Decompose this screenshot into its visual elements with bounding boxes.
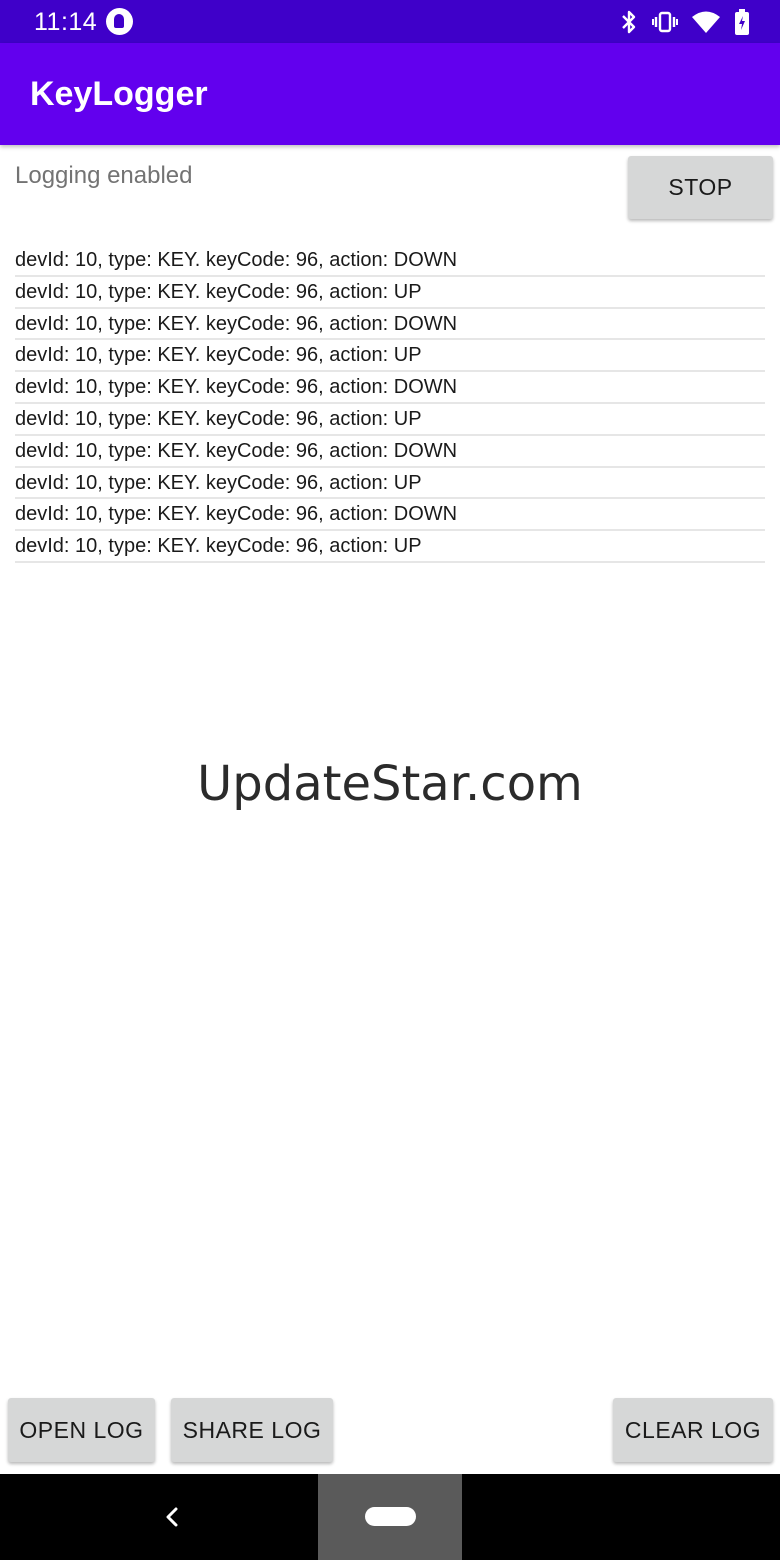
log-entry: devId: 10, type: KEY. keyCode: 96, actio… <box>15 309 765 341</box>
watermark: UpdateStar.com <box>197 756 583 812</box>
screen: 11:14 KeyLogger Logging enabled STOP dev… <box>0 0 780 1560</box>
log-entry: devId: 10, type: KEY. keyCode: 96, actio… <box>15 499 765 532</box>
app-bar: KeyLogger <box>0 43 780 145</box>
open-log-button[interactable]: OPEN LOG <box>8 1398 155 1462</box>
log-entry: devId: 10, type: KEY. keyCode: 96, actio… <box>15 404 765 436</box>
status-icons <box>620 8 750 35</box>
clear-log-button[interactable]: CLEAR LOG <box>613 1398 773 1462</box>
battery-icon <box>735 8 749 35</box>
log-entry: devId: 10, type: KEY. keyCode: 96, actio… <box>15 436 765 468</box>
log-entry: devId: 10, type: KEY. keyCode: 96, actio… <box>15 245 765 277</box>
bluetooth-icon <box>622 10 636 33</box>
log-entry: devId: 10, type: KEY. keyCode: 96, actio… <box>15 340 765 373</box>
share-log-button[interactable]: SHARE LOG <box>171 1398 333 1462</box>
status-time: 11:14 <box>34 8 98 36</box>
log-list: devId: 10, type: KEY. keyCode: 96, actio… <box>15 245 765 563</box>
home-icon[interactable] <box>365 1507 416 1526</box>
notification-app-icon <box>106 8 133 35</box>
logging-status: Logging enabled <box>15 162 193 189</box>
app-title: KeyLogger <box>30 75 208 113</box>
back-icon[interactable] <box>158 1502 186 1532</box>
status-bar: 11:14 <box>0 0 780 43</box>
vibrate-icon <box>652 11 678 32</box>
log-entry: devId: 10, type: KEY. keyCode: 96, actio… <box>15 372 765 404</box>
wifi-icon <box>692 11 720 33</box>
stop-button[interactable]: STOP <box>628 156 773 219</box>
log-entry: devId: 10, type: KEY. keyCode: 96, actio… <box>15 468 765 500</box>
log-entry: devId: 10, type: KEY. keyCode: 96, actio… <box>15 531 765 563</box>
navigation-bar <box>0 1474 780 1560</box>
log-entry: devId: 10, type: KEY. keyCode: 96, actio… <box>15 277 765 309</box>
